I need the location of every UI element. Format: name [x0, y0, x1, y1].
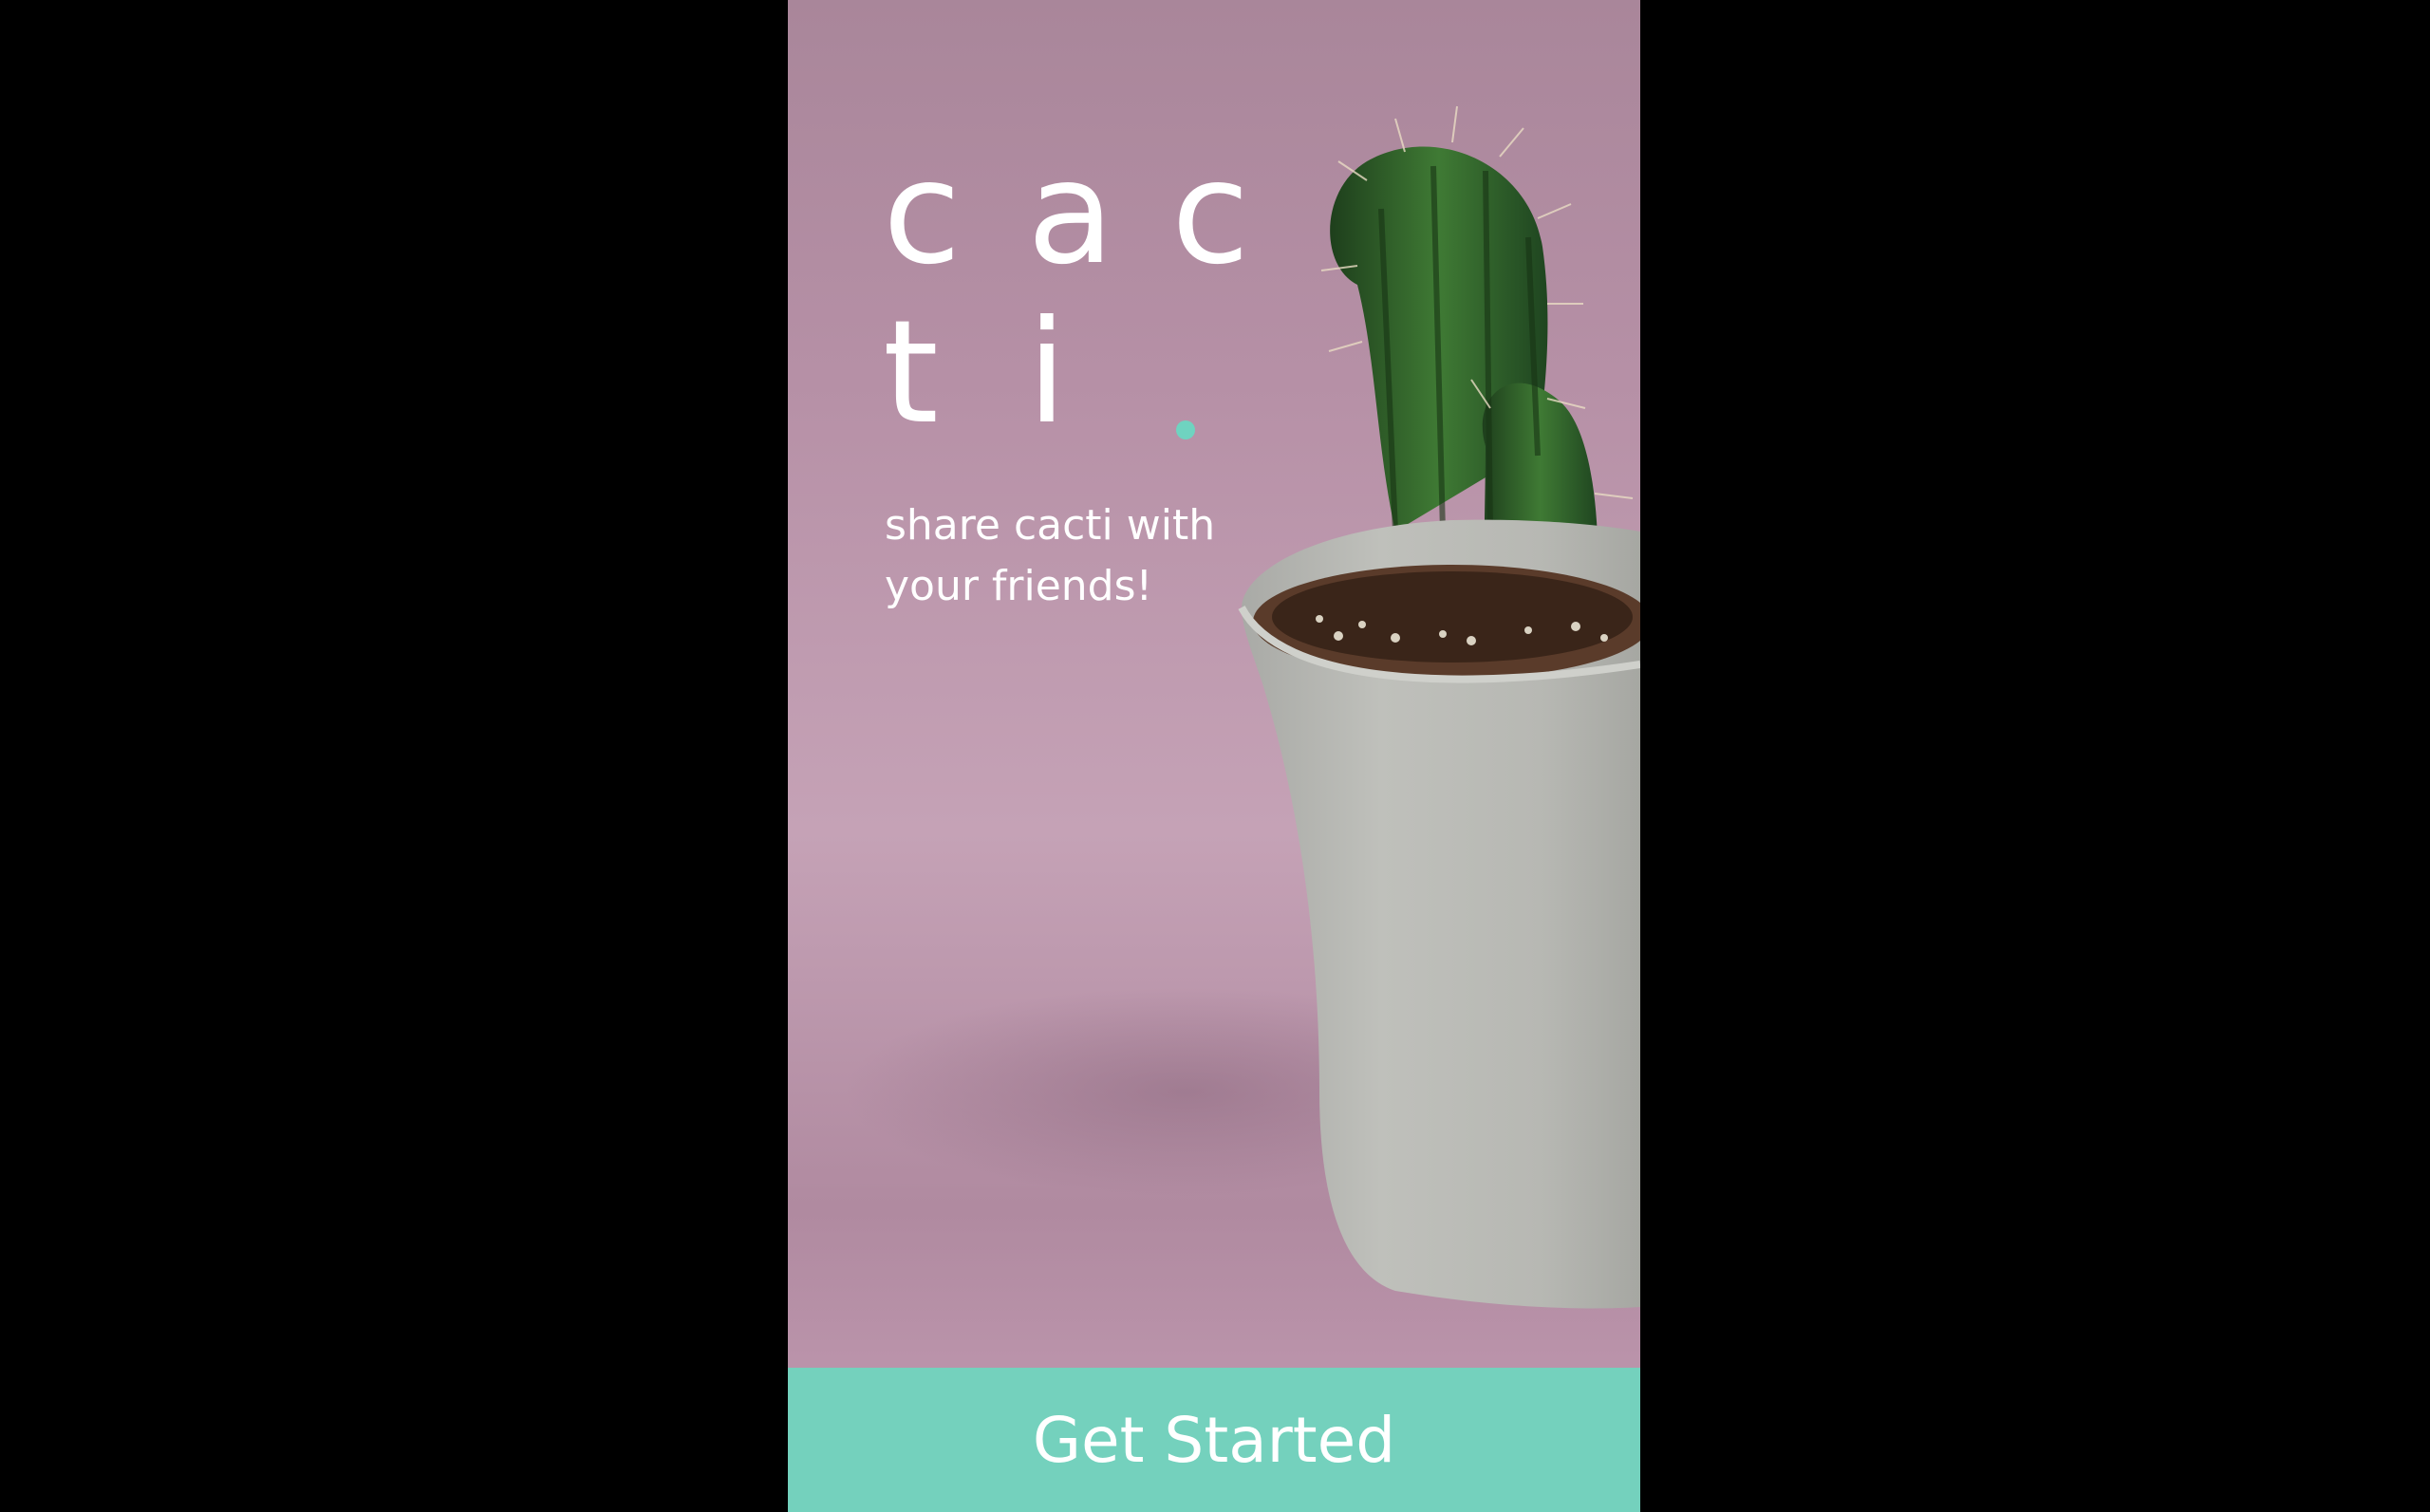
- logo-accent-dot: [1176, 420, 1195, 439]
- logo-letter: c: [883, 131, 962, 296]
- logo-letter: i: [1027, 290, 1067, 456]
- get-started-button[interactable]: Get Started: [788, 1368, 1640, 1512]
- tagline-line-2: your friends!: [885, 562, 1153, 610]
- logo-letter: c: [1171, 131, 1250, 296]
- app-screen: cac ti share cacti with your friends! Ge…: [788, 0, 1640, 1512]
- logo-letter: t: [883, 290, 939, 456]
- logo-text-row-2: ti: [883, 302, 1171, 444]
- left-letterbox: [0, 0, 788, 1512]
- tagline-line-1: share cacti with: [885, 501, 1216, 550]
- logo-text-row-1: cac: [883, 142, 1316, 285]
- right-letterbox: [1640, 0, 2430, 1512]
- logo-letter: a: [1027, 131, 1114, 296]
- pot-icon: [1238, 519, 1640, 1309]
- tagline: share cacti with your friends!: [885, 495, 1264, 617]
